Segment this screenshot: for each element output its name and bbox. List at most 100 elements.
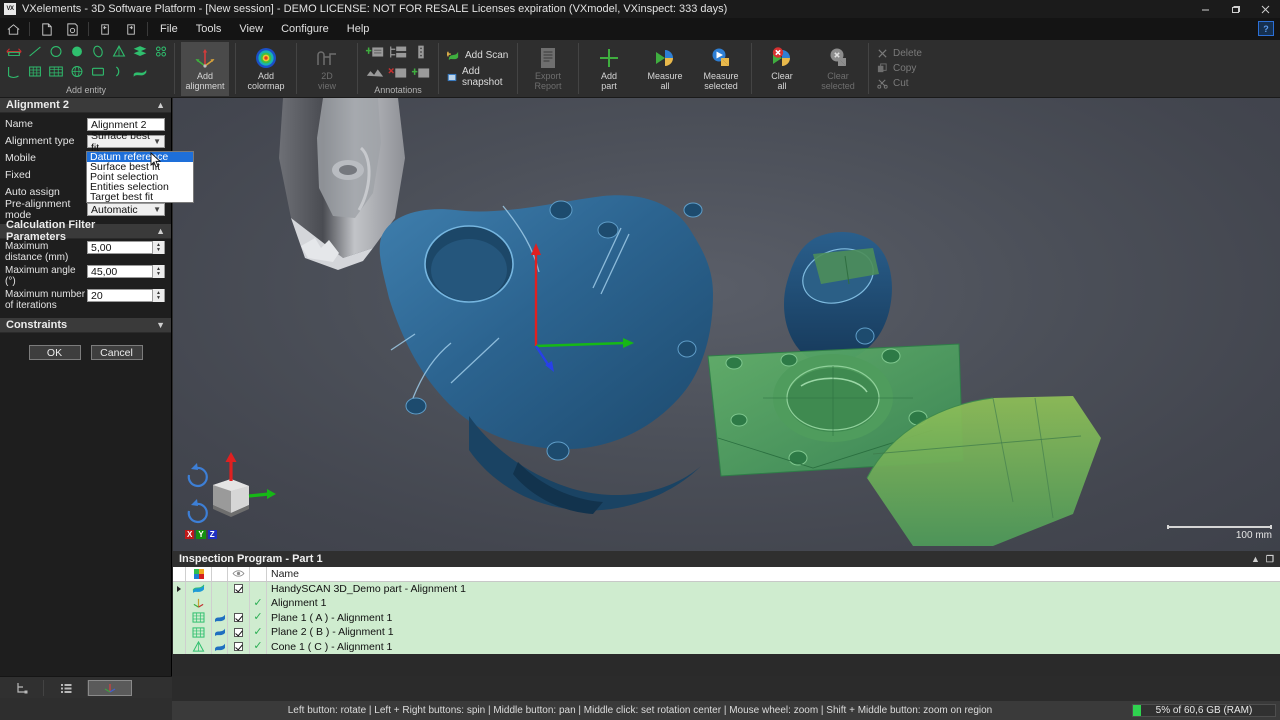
max-angle-input[interactable]: 45,00 ▲▼ <box>87 265 165 278</box>
measure-selected-button[interactable]: Measure selected <box>697 42 745 91</box>
constraints-header[interactable]: Constraints ▼ <box>0 318 171 333</box>
alignment-type-dropdown-list[interactable]: Datum reference frame Surface best fit P… <box>86 151 194 203</box>
maximize-button[interactable] <box>1220 0 1250 18</box>
table-row[interactable]: HandySCAN 3D_Demo part - Alignment 1 <box>173 582 1280 597</box>
table-row[interactable]: ✓ Cone 1 ( C ) - Alignment 1 <box>173 640 1280 655</box>
annotation-list-icon[interactable] <box>410 42 432 62</box>
add-alignment-button[interactable]: Add alignment <box>181 42 229 96</box>
cone-icon[interactable] <box>109 42 129 61</box>
annotation-icons <box>364 42 432 83</box>
max-angle-stepper[interactable]: ▲▼ <box>152 265 164 278</box>
float-panel-icon[interactable]: ❐ <box>1266 554 1274 565</box>
menu-help[interactable]: Help <box>338 20 379 38</box>
add-snapshot-label: Add snapshot <box>462 66 509 88</box>
max-angle-label: Maximum angle (°) <box>5 265 87 287</box>
table-row[interactable]: ✓ Plane 2 ( B ) - Alignment 1 <box>173 625 1280 640</box>
max-iterations-input[interactable]: 20 ▲▼ <box>87 289 165 302</box>
row-scan-icon[interactable] <box>212 625 228 640</box>
calculation-filter-header[interactable]: Calculation Filter Parameters ▲ <box>0 224 171 239</box>
chevron-down-icon[interactable]: ▼ <box>156 320 165 330</box>
add-scan-button[interactable]: Add Scan <box>445 48 511 63</box>
row-status: ✓ <box>250 625 267 640</box>
list-view-tab[interactable] <box>44 680 88 696</box>
save-icon[interactable] <box>59 19 85 39</box>
ok-button[interactable]: OK <box>29 345 81 360</box>
plane-icon[interactable] <box>25 62 45 81</box>
add-colormap-button[interactable]: Add colormap <box>242 42 290 91</box>
home-icon[interactable] <box>0 19 26 39</box>
menu-configure[interactable]: Configure <box>272 20 338 38</box>
sphere-icon[interactable] <box>67 42 87 61</box>
export-report-button[interactable]: Export Report <box>524 42 572 91</box>
ellipse-icon[interactable] <box>88 42 108 61</box>
row-secondary-icon <box>212 596 228 611</box>
layers-icon[interactable] <box>130 42 150 61</box>
add-annotation-icon[interactable] <box>364 42 386 62</box>
cone-icon[interactable] <box>186 640 212 655</box>
delete-annotation-icon[interactable] <box>387 63 409 83</box>
cut-button[interactable]: Cut <box>875 77 929 90</box>
cancel-button[interactable]: Cancel <box>91 345 143 360</box>
circle-icon[interactable] <box>46 42 66 61</box>
clear-all-button[interactable]: Clear all <box>758 42 806 91</box>
dropdown-option-target-best-fit[interactable]: Target best fit <box>87 192 193 202</box>
scan-icon[interactable] <box>186 582 212 597</box>
menu-file[interactable]: File <box>151 20 187 38</box>
plane-icon[interactable] <box>186 625 212 640</box>
copy-button[interactable]: Copy <box>875 62 929 75</box>
max-distance-input[interactable]: 5,00 ▲▼ <box>87 241 165 254</box>
line-icon[interactable] <box>25 42 45 61</box>
visibility-checkbox[interactable] <box>228 611 250 626</box>
new-document-icon[interactable] <box>33 19 59 39</box>
chevron-up-icon[interactable]: ▲ <box>156 226 165 236</box>
delete-button[interactable]: Delete <box>875 47 929 60</box>
alignment-icon[interactable] <box>186 596 212 611</box>
navigation-cube[interactable]: X Y Z <box>181 449 281 539</box>
max-iterations-stepper[interactable]: ▲▼ <box>152 289 164 302</box>
row-expander[interactable] <box>173 582 186 597</box>
collapse-panel-icon[interactable]: ▲ <box>1251 554 1260 565</box>
add-part-button[interactable]: Add part <box>585 42 633 91</box>
freeform-surface-icon[interactable] <box>130 62 150 81</box>
clear-selected-button[interactable]: Clear selected <box>814 42 862 91</box>
annotation-snapshot-icon[interactable] <box>364 63 386 83</box>
close-button[interactable] <box>1250 0 1280 18</box>
view-2d-button[interactable]: 2D view <box>303 42 351 91</box>
table-row[interactable]: ✓ Alignment 1 <box>173 596 1280 611</box>
menu-view[interactable]: View <box>230 20 272 38</box>
alignment-panel-header[interactable]: Alignment 2 ▲ <box>0 98 171 113</box>
visibility-checkbox[interactable] <box>228 640 250 655</box>
undo-icon[interactable] <box>92 19 118 39</box>
row-scan-icon[interactable] <box>212 611 228 626</box>
rectangle-icon[interactable] <box>88 62 108 81</box>
help-badge-icon[interactable]: ? <box>1258 21 1274 36</box>
distance-icon[interactable] <box>4 42 24 61</box>
menu-tools[interactable]: Tools <box>187 20 231 38</box>
visibility-checkbox[interactable] <box>228 625 250 640</box>
axes-view-tab[interactable] <box>88 680 132 696</box>
alignment-type-select[interactable]: Surface best fit ▼ <box>87 135 165 148</box>
points-group-icon[interactable] <box>151 42 171 61</box>
angle-icon[interactable] <box>4 62 24 81</box>
tree-view-tab[interactable] <box>0 680 44 696</box>
chevron-up-icon[interactable]: ▲ <box>156 100 165 110</box>
plane-icon[interactable] <box>186 611 212 626</box>
measure-all-button[interactable]: Measure all <box>641 42 689 91</box>
menu-separator <box>88 22 89 36</box>
redo-icon[interactable] <box>118 19 144 39</box>
add-annotation-2-icon[interactable] <box>410 63 432 83</box>
inspection-tree[interactable]: Name HandySCAN 3D_Demo part - Alignment … <box>173 567 1280 654</box>
minimize-button[interactable] <box>1190 0 1220 18</box>
3d-viewport[interactable]: X Y Z 100 mm <box>173 98 1280 551</box>
grid-surface-icon[interactable] <box>46 62 66 81</box>
max-distance-stepper[interactable]: ▲▼ <box>152 241 164 254</box>
table-row[interactable]: ✓ Plane 1 ( A ) - Alignment 1 <box>173 611 1280 626</box>
annotation-group-icon[interactable] <box>387 42 409 62</box>
visibility-checkbox[interactable] <box>228 582 250 597</box>
add-snapshot-button[interactable]: Add snapshot <box>445 65 511 89</box>
row-scan-icon[interactable] <box>212 640 228 655</box>
eye-icon <box>232 569 245 578</box>
globe-icon[interactable] <box>67 62 87 81</box>
prealignment-select[interactable]: Automatic ▼ <box>87 203 165 216</box>
arc-icon[interactable] <box>109 62 129 81</box>
